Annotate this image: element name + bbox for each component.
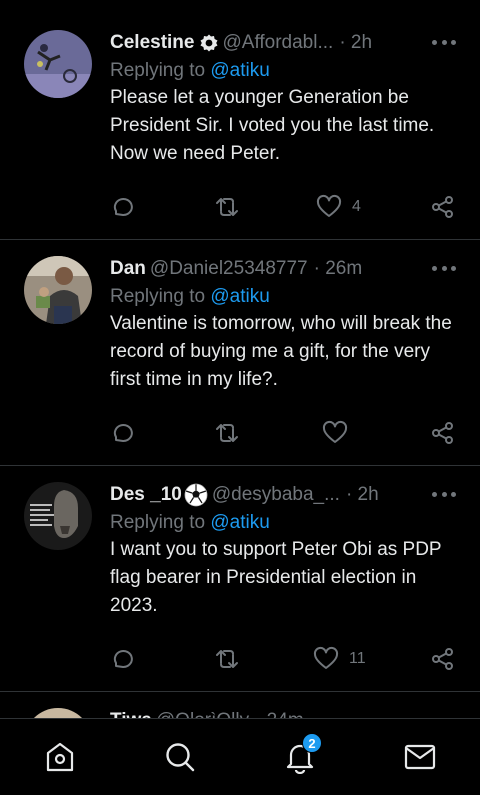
like-button[interactable]: 4 [316,192,361,222]
home-icon [46,742,74,772]
tweet-header: Celestine @Affordabl... · 2h [110,30,460,56]
avatar[interactable] [24,256,92,324]
tweet-actions [110,418,460,448]
notification-count-badge: 2 [302,733,322,753]
user-handle[interactable]: @Affordabl... [222,32,333,54]
reply-icon [113,650,133,669]
share-icon [432,422,453,444]
replying-to: Replying to @atiku [110,60,460,82]
verified-badge-icon [200,34,218,52]
nav-home[interactable] [42,739,78,775]
reply-button[interactable] [110,418,136,448]
retweet-button[interactable] [214,192,240,222]
more-options-icon[interactable] [432,38,456,46]
replying-prefix: Replying to [110,60,206,81]
tweet-text: Please let a younger Generation be Presi… [110,87,435,164]
tweet-actions: 4 [110,192,460,222]
bottom-nav: 2 [0,718,480,795]
replying-to: Replying to @atiku [110,286,460,308]
heart-icon [313,646,339,669]
more-options-icon[interactable] [432,264,456,272]
heart-icon [322,420,348,443]
reply-icon [113,424,133,443]
avatar[interactable] [24,482,92,550]
tweet-time[interactable]: · 26m [314,258,363,280]
reply-icon [113,198,133,217]
display-name[interactable]: Celestine [110,32,194,54]
like-button[interactable]: 11 [313,644,366,674]
share-button[interactable] [430,192,456,222]
tweet-text: Valentine is tomorrow, who will break th… [110,313,452,390]
tweet-time[interactable]: · 24m [255,710,304,718]
timeline: Celestine @Affordabl... · 2h Replying to… [0,0,480,718]
tweet-text: I want you to support Peter Obi as PDP f… [110,539,442,616]
mention-link[interactable]: @atiku [210,286,269,307]
like-button[interactable] [322,418,358,448]
soccer-ball-icon [184,483,208,507]
share-button[interactable] [430,418,456,448]
tweet[interactable]: Des _10 @desybaba_... · 2h Replying to @… [0,466,480,692]
more-options-icon[interactable] [432,490,456,498]
retweet-icon [216,650,238,668]
tweet-header: Tiwa @OlorìOlly · 24m [110,708,460,718]
tweet-header: Dan @Daniel25348777 · 26m [110,256,460,282]
user-handle[interactable]: @Daniel25348777 [150,258,308,280]
messages-icon [404,744,436,770]
tweet[interactable]: Tiwa @OlorìOlly · 24m [0,692,480,718]
search-icon [166,743,195,772]
tweet-time[interactable]: · 2h [339,32,372,54]
display-name[interactable]: Dan [110,258,146,280]
replying-prefix: Replying to [110,512,206,533]
like-count: 11 [349,650,366,667]
retweet-icon [216,424,238,442]
like-count: 4 [352,198,361,215]
tweet-header: Des _10 @desybaba_... · 2h [110,482,460,508]
tweet[interactable]: Celestine @Affordabl... · 2h Replying to… [0,0,480,240]
nav-search[interactable] [162,739,198,775]
retweet-icon [216,198,238,216]
avatar[interactable] [24,708,92,718]
replying-to: Replying to @atiku [110,512,460,534]
mention-link[interactable]: @atiku [210,512,269,533]
user-handle[interactable]: @desybaba_... [212,484,340,506]
reply-button[interactable] [110,644,136,674]
replying-prefix: Replying to [110,286,206,307]
share-icon [432,196,453,218]
retweet-button[interactable] [214,418,240,448]
tweet[interactable]: Dan @Daniel25348777 · 26m Replying to @a… [0,240,480,466]
share-button[interactable] [430,644,456,674]
avatar[interactable] [24,30,92,98]
display-name[interactable]: Tiwa [110,710,152,718]
user-handle[interactable]: @OlorìOlly [156,710,249,718]
share-icon [432,648,453,670]
heart-icon [316,194,342,217]
tweet-time[interactable]: · 2h [346,484,379,506]
reply-button[interactable] [110,192,136,222]
display-name[interactable]: Des _10 [110,484,182,506]
nav-messages[interactable] [402,739,438,775]
mention-link[interactable]: @atiku [210,60,269,81]
tweet-actions: 11 [110,644,460,674]
retweet-button[interactable] [214,644,240,674]
